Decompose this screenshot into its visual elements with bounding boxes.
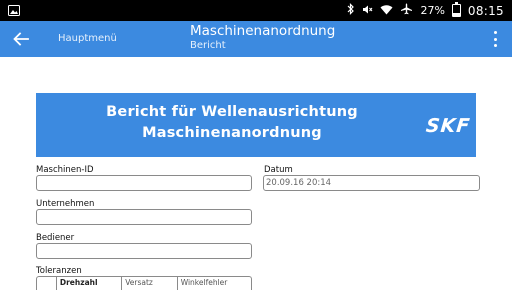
banner-subtitle: Maschinenanordnung: [142, 125, 322, 141]
machine-id-field[interactable]: [36, 175, 252, 191]
battery-percent: 27%: [420, 4, 445, 17]
company-label: Unternehmen: [36, 199, 95, 209]
page-title: Maschinenanordnung: [190, 23, 336, 39]
battery-icon: [451, 2, 461, 17]
operator-label: Bediener: [36, 233, 75, 243]
app-bar: Hauptmenü Maschinenanordnung Bericht: [0, 21, 512, 57]
tolerance-header-speed: Drehzahl: [57, 277, 123, 290]
company-field[interactable]: [36, 209, 252, 225]
tolerance-header-cell: [37, 277, 57, 290]
wifi-icon: [380, 4, 393, 18]
page-subtitle: Bericht: [190, 40, 226, 51]
report-banner: Bericht für Wellenausrichtung Maschinena…: [36, 93, 476, 157]
tolerance-header-offset: Versatz: [122, 277, 178, 290]
operator-field[interactable]: [36, 243, 252, 259]
mute-icon: [362, 4, 373, 18]
machine-id-label: Maschinen-ID: [36, 165, 94, 175]
back-button[interactable]: [8, 27, 34, 51]
status-right: 27% 08:15: [347, 2, 504, 18]
battery-level: [452, 13, 460, 16]
date-label: Datum: [264, 165, 293, 175]
date-field[interactable]: 20.09.16 20:14: [263, 175, 480, 191]
image-icon: [8, 1, 20, 20]
skf-logo: SKF: [424, 115, 472, 137]
bluetooth-icon: [347, 3, 355, 18]
nav-label[interactable]: Hauptmenü: [58, 33, 117, 44]
tolerance-header-angle: Winkelfehler: [180, 278, 228, 287]
banner-title: Bericht für Wellenausrichtung: [106, 104, 358, 120]
overflow-menu-button[interactable]: [490, 29, 500, 49]
status-left: [8, 1, 20, 20]
more-vert-dot: [493, 31, 497, 34]
airplane-icon: [400, 3, 413, 18]
more-vert-dot: [493, 44, 497, 47]
tolerances-label: Toleranzen: [36, 266, 82, 276]
more-vert-dot: [493, 37, 497, 41]
arrow-left-icon: [13, 32, 29, 46]
clock: 08:15: [467, 3, 504, 18]
status-bar: 27% 08:15: [0, 0, 512, 21]
